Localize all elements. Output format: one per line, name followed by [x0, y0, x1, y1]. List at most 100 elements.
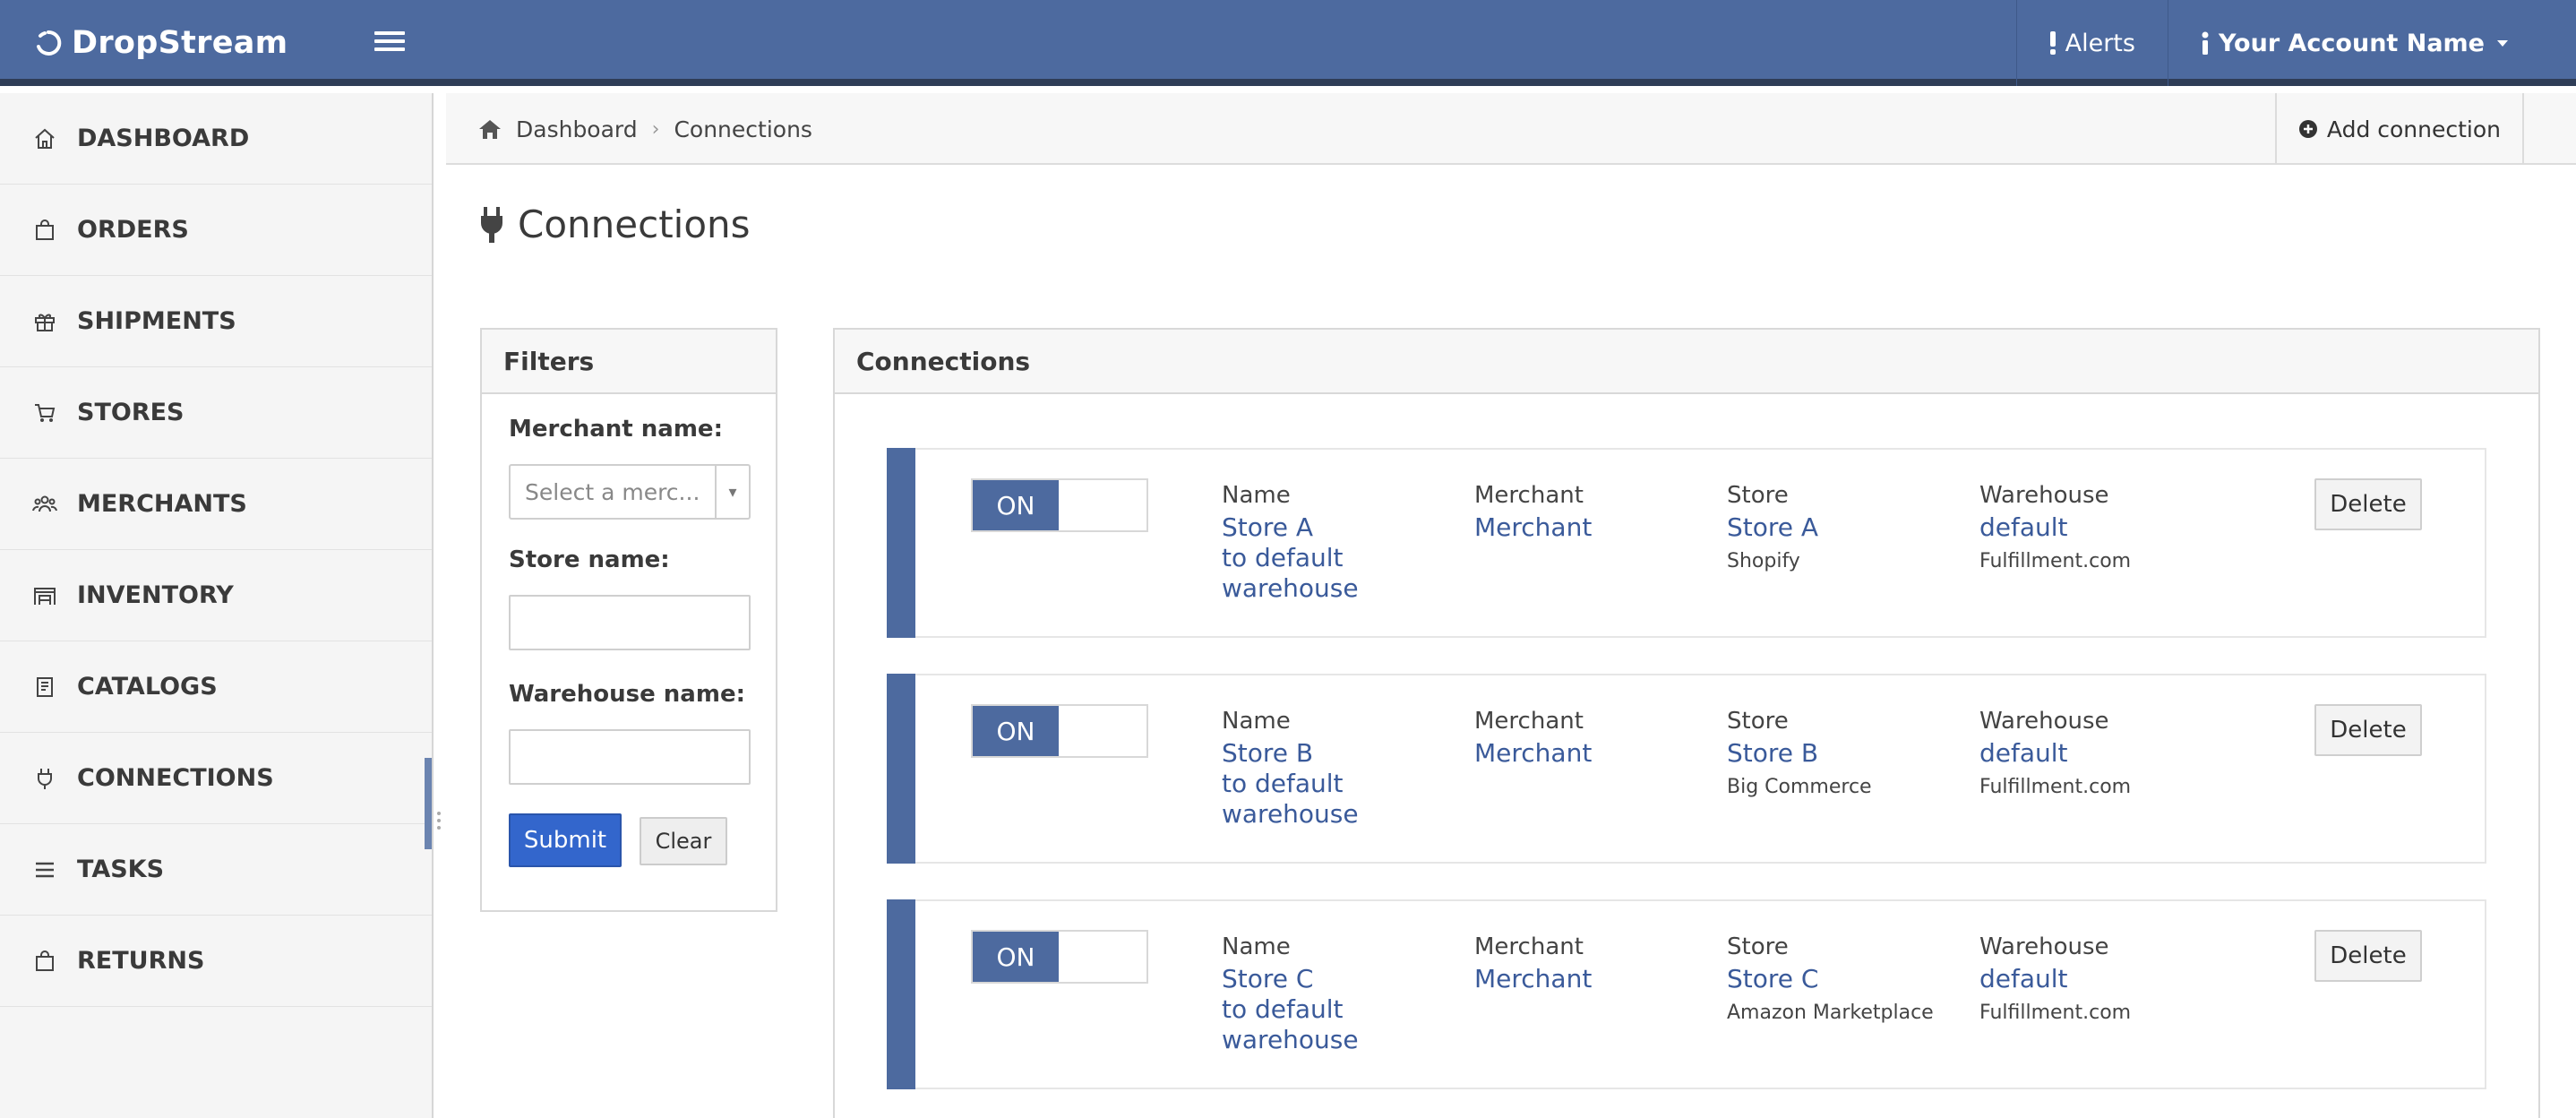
page-title-text: Connections: [518, 202, 751, 246]
merchant-select[interactable]: Select a merc... ▾: [509, 464, 751, 520]
merchant-link[interactable]: Merchant: [1474, 738, 1592, 769]
warehouse-link[interactable]: default: [1979, 512, 2131, 543]
connection-toggle[interactable]: ON: [971, 704, 1148, 758]
list-icon: [36, 862, 54, 877]
sidebar-item-label: SHIPMENTS: [77, 307, 236, 335]
warehouse-header: Warehouse: [1979, 482, 2109, 509]
connection-name-link[interactable]: Store A to default warehouse: [1222, 512, 1359, 604]
breadcrumb: Dashboard › Connections: [478, 93, 812, 165]
active-indicator: [425, 758, 432, 849]
breadcrumb-bar: Dashboard › Connections Add connection: [446, 93, 2576, 165]
alerts-label: Alerts: [2065, 29, 2135, 57]
name-column: Name Store A to default warehouse: [1222, 482, 1359, 604]
bag-icon: [36, 950, 54, 971]
sidebar-item-label: ORDERS: [77, 216, 189, 244]
warehouse-header: Warehouse: [1979, 708, 2109, 735]
connection-toggle[interactable]: ON: [971, 478, 1148, 532]
brand-name: DropStream: [72, 25, 288, 61]
page-title: Connections: [478, 202, 751, 246]
submit-button[interactable]: Submit: [509, 813, 622, 867]
sidebar-item-catalogs[interactable]: CATALOGS: [0, 641, 432, 733]
sidebar-item-stores[interactable]: STORES: [0, 367, 432, 459]
store-column: Store Store B Big Commerce: [1727, 708, 1872, 798]
warehouse-header: Warehouse: [1979, 933, 2109, 960]
sidebar-item-label: TASKS: [77, 856, 165, 883]
clear-button[interactable]: Clear: [640, 817, 727, 865]
top-navbar: DropStream Alerts Your Account Name: [0, 0, 2576, 86]
alerts-link[interactable]: Alerts: [2015, 0, 2168, 86]
warehouse-link[interactable]: default: [1979, 964, 2131, 994]
connection-card: ON Name Store C to default warehouse Mer…: [887, 899, 2486, 1089]
sidebar-item-inventory[interactable]: INVENTORY: [0, 550, 432, 641]
store-column: Store Store A Shopify: [1727, 482, 1818, 572]
store-platform: Shopify: [1727, 550, 1800, 572]
connections-title: Connections: [835, 330, 2538, 394]
name-column: Name Store C to default warehouse: [1222, 933, 1359, 1055]
store-column: Store Store C Amazon Marketplace: [1727, 933, 1934, 1024]
caret-down-icon: [2497, 39, 2508, 47]
warehouse-column: Warehouse default Fulfillment.com: [1979, 708, 2131, 798]
add-connection-button[interactable]: Add connection: [2274, 93, 2524, 165]
sidebar-item-label: STORES: [77, 399, 185, 426]
menu-toggle-icon[interactable]: [374, 27, 405, 57]
sidebar-item-tasks[interactable]: TASKS: [0, 824, 432, 916]
sidebar-item-orders[interactable]: ORDERS: [0, 185, 432, 276]
toggle-on-label: ON: [973, 706, 1059, 756]
filters-panel: Filters Merchant name: Select a merc... …: [480, 328, 777, 912]
warehouse-link[interactable]: default: [1979, 738, 2131, 769]
store-header: Store: [1727, 482, 1789, 509]
store-link[interactable]: Store C: [1727, 964, 1934, 994]
sidebar-item-dashboard[interactable]: DASHBOARD: [0, 93, 432, 185]
merchant-link[interactable]: Merchant: [1474, 964, 1592, 994]
sidebar-item-returns[interactable]: RETURNS: [0, 916, 432, 1007]
users-icon: [32, 495, 57, 512]
warehouse-name-input[interactable]: [509, 729, 751, 785]
toggle-on-label: ON: [973, 932, 1059, 982]
warehouse-icon: [34, 587, 56, 605]
merchant-header: Merchant: [1474, 482, 1584, 509]
home-icon[interactable]: [478, 118, 502, 140]
sidebar-item-label: CONNECTIONS: [77, 764, 274, 792]
store-platform: Big Commerce: [1727, 776, 1872, 798]
account-menu[interactable]: Your Account Name: [2167, 0, 2576, 86]
store-name-input[interactable]: [509, 595, 751, 650]
cart-icon: [35, 403, 56, 422]
account-label: Your Account Name: [2218, 29, 2485, 57]
card-accent-bar: [887, 674, 915, 864]
sidebar-item-label: DASHBOARD: [77, 125, 250, 152]
delete-button[interactable]: Delete: [2314, 930, 2422, 982]
connections-panel: Connections ON Name Store A to default w…: [833, 328, 2540, 1118]
store-header: Store: [1727, 708, 1789, 735]
connection-card: ON Name Store B to default warehouse Mer…: [887, 674, 2486, 864]
sidebar-item-connections[interactable]: CONNECTIONS: [0, 733, 432, 824]
sidebar-item-shipments[interactable]: SHIPMENTS: [0, 276, 432, 367]
merchant-column: Merchant Merchant: [1474, 708, 1592, 769]
merchant-header: Merchant: [1474, 708, 1584, 735]
sidebar-item-merchants[interactable]: MERCHANTS: [0, 459, 432, 550]
caret-down-icon[interactable]: ▾: [715, 466, 749, 518]
sidebar-item-label: MERCHANTS: [77, 490, 247, 518]
connection-toggle[interactable]: ON: [971, 930, 1148, 984]
sidebar: DASHBOARD ORDERS SHIPMENTS STORES MERCHA…: [0, 93, 434, 1118]
add-connection-label: Add connection: [2326, 116, 2501, 142]
connection-name-link[interactable]: Store C to default warehouse: [1222, 964, 1359, 1055]
name-column: Name Store B to default warehouse: [1222, 708, 1359, 830]
store-name-label: Store name:: [509, 546, 670, 573]
merchant-column: Merchant Merchant: [1474, 482, 1592, 543]
connection-name-link[interactable]: Store B to default warehouse: [1222, 738, 1359, 830]
book-icon: [37, 676, 53, 697]
resize-handle-icon[interactable]: [436, 810, 442, 831]
warehouse-provider: Fulfillment.com: [1979, 776, 2132, 798]
warehouse-provider: Fulfillment.com: [1979, 550, 2132, 572]
store-link[interactable]: Store A: [1727, 512, 1818, 543]
plug-icon: [481, 206, 502, 243]
breadcrumb-dashboard-link[interactable]: Dashboard: [516, 116, 638, 142]
bag-icon: [36, 219, 54, 240]
store-link[interactable]: Store B: [1727, 738, 1872, 769]
plus-circle-icon: [2298, 120, 2317, 138]
merchant-link[interactable]: Merchant: [1474, 512, 1592, 543]
delete-button[interactable]: Delete: [2314, 478, 2422, 530]
brand[interactable]: DropStream: [34, 0, 288, 86]
warehouse-name-label: Warehouse name:: [509, 681, 745, 708]
delete-button[interactable]: Delete: [2314, 704, 2422, 756]
